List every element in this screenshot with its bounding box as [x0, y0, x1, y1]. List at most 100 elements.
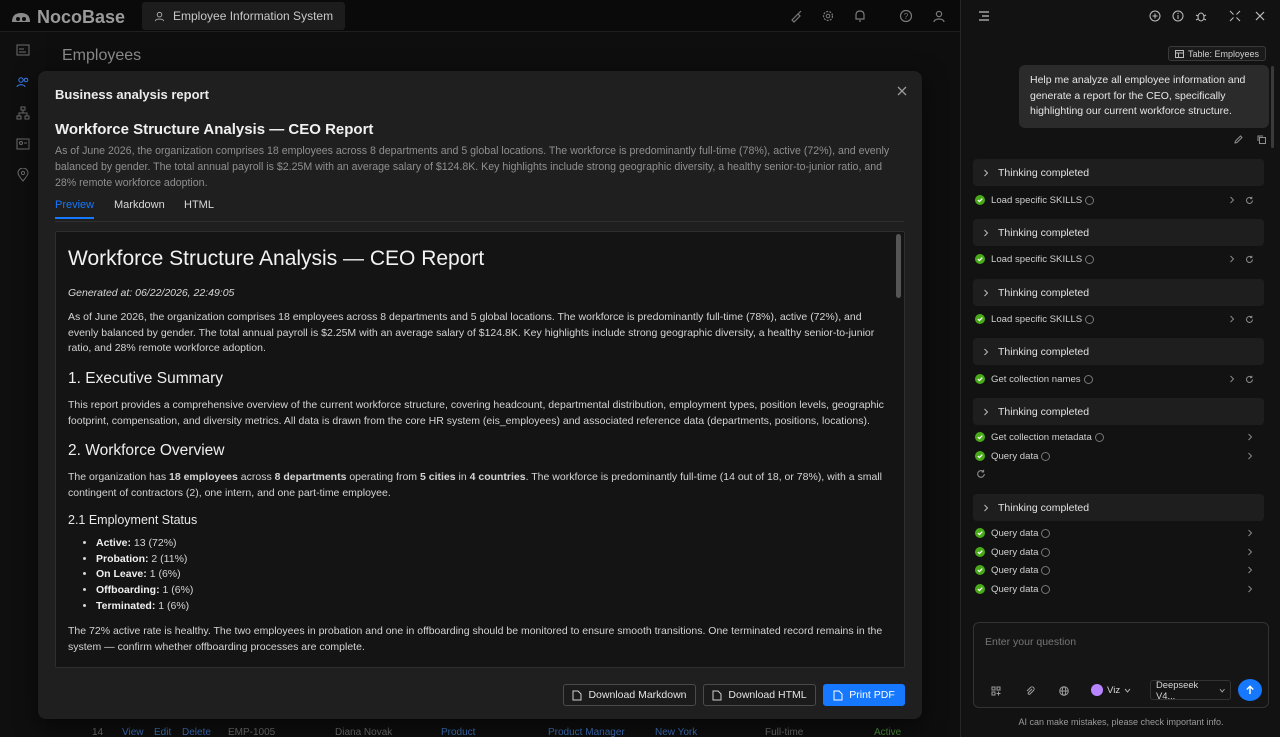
thinking-block[interactable]: Thinking completed — [973, 398, 1264, 425]
org-chart-icon[interactable] — [16, 106, 30, 120]
user-icon[interactable] — [932, 9, 946, 23]
close-icon[interactable] — [1254, 10, 1266, 22]
refresh-icon[interactable] — [976, 469, 986, 479]
employee-code: EMP-1005 — [228, 727, 276, 737]
chevron-right-icon[interactable] — [1246, 585, 1254, 593]
success-icon — [975, 565, 985, 575]
agent-select[interactable]: Viz — [1086, 680, 1136, 700]
success-icon — [975, 528, 985, 538]
bell-icon[interactable] — [853, 9, 867, 23]
context-tag[interactable]: Table: Employees — [1168, 46, 1267, 61]
chevron-right-icon[interactable] — [1228, 255, 1236, 263]
copy-icon[interactable] — [1257, 135, 1266, 144]
success-icon — [975, 254, 985, 264]
disclaimer: AI can make mistakes, please check impor… — [1018, 717, 1224, 727]
menu-icon[interactable] — [978, 10, 990, 22]
refresh-icon[interactable] — [1245, 196, 1254, 205]
chevron-right-icon[interactable] — [1228, 315, 1236, 323]
tab-html[interactable]: HTML — [184, 199, 214, 217]
download-markdown-button[interactable]: Download Markdown — [563, 684, 696, 706]
workforce-overview-text: The organization has 18 employees across… — [68, 471, 882, 499]
refresh-icon[interactable] — [1245, 375, 1254, 384]
nocobase-logo[interactable]: NocoBase — [10, 7, 125, 28]
tool-call[interactable]: Load specific SKILLS — [975, 312, 1266, 326]
file-icon — [712, 690, 722, 700]
location-pin-icon[interactable] — [16, 168, 30, 182]
tool-call[interactable]: Query data — [975, 545, 1266, 559]
tab-preview[interactable]: Preview — [55, 199, 95, 219]
preview-scrollbar[interactable] — [896, 234, 901, 298]
tool-call[interactable]: Get collection metadata — [975, 430, 1266, 444]
users-icon[interactable] — [16, 75, 30, 89]
bug-icon[interactable] — [1195, 10, 1207, 22]
section-executive-summary: 1. Executive Summary — [68, 370, 224, 387]
chevron-right-icon[interactable] — [1228, 375, 1236, 383]
help-icon — [1041, 528, 1051, 538]
new-chat-icon[interactable] — [1149, 10, 1161, 22]
tool-call[interactable]: Query data — [975, 449, 1266, 463]
question-input[interactable]: Enter your question — [985, 636, 1076, 648]
grid-add-icon[interactable] — [991, 686, 1001, 696]
tool-call[interactable]: Load specific SKILLS — [975, 193, 1266, 207]
edit-link[interactable]: Edit — [154, 727, 171, 737]
chevron-right-icon[interactable] — [1246, 566, 1254, 574]
department-link[interactable]: Product — [441, 727, 475, 737]
globe-icon[interactable] — [1059, 686, 1069, 696]
list-item: Terminated: 1 (6%) — [96, 599, 193, 615]
paperclip-icon[interactable] — [1025, 686, 1035, 696]
profile-card-icon[interactable] — [16, 44, 30, 58]
help-icon — [1085, 254, 1095, 264]
city-link[interactable]: New York — [655, 727, 697, 737]
position-link[interactable]: Product Manager — [548, 727, 625, 737]
chevron-right-icon[interactable] — [1246, 452, 1254, 460]
thinking-block[interactable]: Thinking completed — [973, 279, 1264, 306]
refresh-icon[interactable] — [1245, 315, 1254, 324]
list-item: Active: 13 (72%) — [96, 536, 193, 552]
status-tag: Active — [874, 727, 902, 737]
thinking-block[interactable]: Thinking completed — [973, 159, 1264, 186]
print-pdf-button[interactable]: Print PDF — [823, 684, 905, 706]
info-icon[interactable] — [1172, 10, 1184, 22]
agent-avatar — [1091, 684, 1103, 696]
delete-link[interactable]: Delete — [182, 727, 211, 737]
thinking-block[interactable]: Thinking completed — [973, 219, 1264, 246]
chevron-right-icon[interactable] — [1246, 433, 1254, 441]
success-icon — [975, 584, 985, 594]
employee-name: Diana Novak — [335, 727, 393, 737]
brush-icon[interactable] — [789, 9, 803, 23]
id-card-icon[interactable] — [16, 138, 30, 152]
edit-icon[interactable] — [1234, 135, 1243, 144]
table-row[interactable]: 14 View Edit Delete EMP-1005 Diana Novak… — [62, 724, 942, 737]
tool-call[interactable]: Query data — [975, 582, 1266, 596]
help-icon — [1041, 565, 1051, 575]
download-html-button[interactable]: Download HTML — [703, 684, 816, 706]
modal-footer: Download Markdown Download HTML Print PD… — [38, 679, 922, 709]
chat-scrollbar[interactable] — [1271, 66, 1274, 148]
logo-text: NocoBase — [37, 7, 126, 27]
chevron-right-icon[interactable] — [1246, 548, 1254, 556]
help-icon — [1085, 195, 1095, 205]
gear-icon[interactable] — [821, 9, 835, 23]
tool-call[interactable]: Query data — [975, 526, 1266, 540]
tool-call[interactable]: Query data — [975, 563, 1266, 577]
send-button[interactable] — [1238, 679, 1262, 701]
view-link[interactable]: View — [122, 727, 144, 737]
thinking-block[interactable]: Thinking completed — [973, 494, 1264, 521]
tool-call[interactable]: Get collection names — [975, 372, 1266, 386]
tool-call[interactable]: Load specific SKILLS — [975, 252, 1266, 266]
chevron-right-icon[interactable] — [1246, 529, 1254, 537]
chevron-down-icon — [1124, 688, 1131, 693]
close-icon[interactable] — [896, 85, 908, 97]
help-icon[interactable]: ? — [899, 9, 913, 23]
tab-markdown[interactable]: Markdown — [114, 199, 165, 217]
thinking-block[interactable]: Thinking completed — [973, 338, 1264, 365]
app-tab[interactable]: Employee Information System — [142, 2, 346, 30]
chevron-right-icon[interactable] — [1228, 196, 1236, 204]
collapse-icon[interactable] — [1229, 10, 1241, 22]
success-icon — [975, 195, 985, 205]
refresh-icon[interactable] — [1245, 255, 1254, 264]
chevron-right-icon — [984, 289, 989, 296]
chat-input-box[interactable]: Enter your question Viz Deepseek V4... — [973, 622, 1269, 708]
model-select[interactable]: Deepseek V4... — [1150, 679, 1231, 701]
report-preview[interactable]: Workforce Structure Analysis — CEO Repor… — [55, 231, 905, 668]
